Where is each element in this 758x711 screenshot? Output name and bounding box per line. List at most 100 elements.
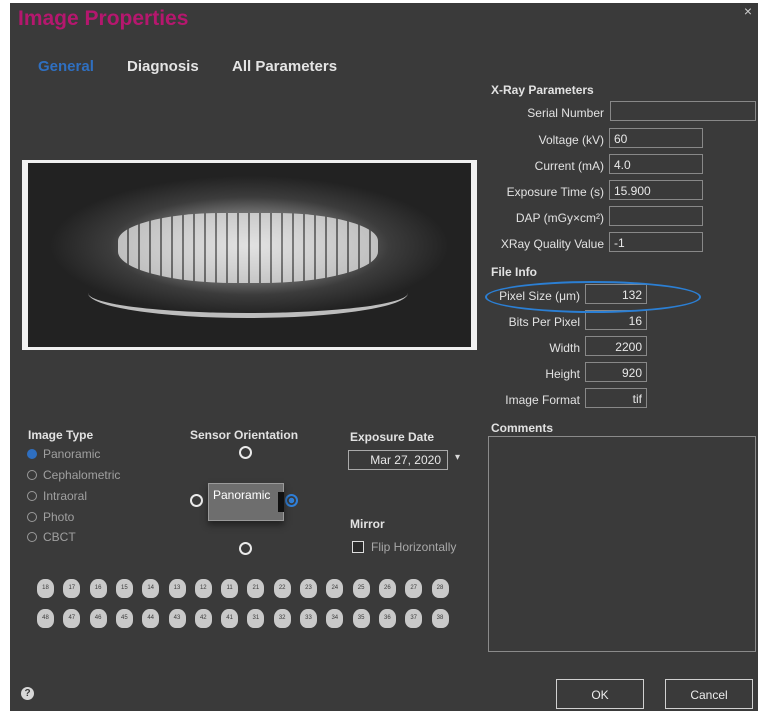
bits-per-pixel-label: Bits Per Pixel (508, 315, 580, 329)
close-icon[interactable]: × (744, 3, 752, 19)
image-type-option-cbct[interactable]: CBCT (27, 530, 76, 544)
image-type-option-cephalometric[interactable]: Cephalometric (27, 468, 120, 482)
comments-textarea[interactable] (488, 436, 756, 652)
flip-horizontally-checkbox[interactable] (352, 541, 364, 553)
image-format-label: Image Format (505, 393, 580, 407)
cancel-button[interactable]: Cancel (665, 679, 753, 709)
dialog-title: Image Properties (18, 7, 189, 30)
orientation-bottom-radio[interactable] (239, 542, 252, 555)
tooth-11[interactable]: 11 (221, 579, 239, 598)
image-type-heading: Image Type (28, 428, 94, 442)
tooth-23[interactable]: 23 (300, 579, 317, 598)
dap-label: DAP (mGy×cm²) (515, 211, 604, 225)
sensor-preview: Panoramic (208, 483, 284, 521)
tooth-37[interactable]: 37 (405, 609, 423, 628)
image-type-option-photo[interactable]: Photo (27, 510, 74, 524)
image-type-option-label: CBCT (43, 530, 76, 544)
pixel-size-label: Pixel Size (μm) (499, 289, 580, 303)
dap-field[interactable] (609, 206, 703, 226)
height-label: Height (545, 367, 580, 381)
tooth-26[interactable]: 26 (378, 579, 396, 598)
tooth-34[interactable]: 34 (326, 609, 344, 628)
image-type-option-intraoral[interactable]: Intraoral (27, 489, 87, 503)
bits-per-pixel-field[interactable]: 16 (585, 310, 647, 330)
tooth-48[interactable]: 48 (37, 609, 54, 628)
exposure-date-heading: Exposure Date (350, 430, 435, 444)
comments-heading: Comments (491, 421, 554, 435)
sensor-preview-label: Panoramic (213, 488, 271, 502)
tooth-12[interactable]: 12 (194, 579, 212, 598)
tooth-42[interactable]: 42 (194, 609, 212, 628)
tooth-41[interactable]: 41 (221, 609, 239, 628)
tooth-18[interactable]: 18 (37, 579, 54, 598)
radio-icon[interactable] (27, 491, 37, 501)
tooth-31[interactable]: 31 (247, 609, 265, 628)
tooth-33[interactable]: 33 (300, 609, 317, 628)
tooth-16[interactable]: 16 (89, 579, 107, 598)
tooth-28[interactable]: 28 (431, 579, 449, 598)
radio-icon[interactable] (27, 512, 37, 522)
file-info-heading: File Info (491, 265, 537, 279)
current-field[interactable]: 4.0 (609, 154, 703, 174)
mirror-heading: Mirror (350, 517, 385, 531)
image-type-option-label: Intraoral (43, 489, 88, 503)
tooth-35[interactable]: 35 (352, 609, 370, 628)
exposure-time-label: Exposure Time (s) (506, 185, 604, 199)
ok-button[interactable]: OK (556, 679, 644, 709)
tab-diagnosis[interactable]: Diagnosis (127, 58, 199, 75)
image-format-field[interactable]: tif (585, 388, 647, 408)
serial-number-label: Serial Number (527, 106, 604, 120)
tooth-17[interactable]: 17 (63, 579, 81, 598)
tooth-32[interactable]: 32 (273, 609, 291, 628)
image-type-option-label: Cephalometric (43, 468, 121, 482)
tooth-44[interactable]: 44 (142, 609, 160, 628)
tooth-14[interactable]: 14 (142, 579, 160, 598)
tooth-15[interactable]: 15 (115, 579, 133, 598)
orientation-left-radio[interactable] (190, 494, 203, 507)
xray-quality-field[interactable]: -1 (609, 232, 703, 252)
tooth-38[interactable]: 38 (431, 609, 449, 628)
tooth-24[interactable]: 24 (326, 579, 344, 598)
serial-number-field[interactable] (610, 101, 756, 121)
exposure-date-picker[interactable]: Mar 27, 2020 (348, 450, 448, 470)
tooth-47[interactable]: 47 (63, 609, 81, 628)
help-icon[interactable]: ? (21, 687, 34, 700)
tooth-36[interactable]: 36 (378, 609, 396, 628)
tooth-46[interactable]: 46 (89, 609, 107, 628)
voltage-field[interactable]: 60 (609, 128, 703, 148)
xray-image (28, 163, 471, 347)
voltage-label: Voltage (kV) (538, 133, 604, 147)
sensor-notch (278, 492, 284, 512)
radio-selected-icon[interactable] (27, 449, 37, 459)
exposure-time-field[interactable]: 15.900 (609, 180, 703, 200)
tooth-21[interactable]: 21 (247, 579, 265, 598)
teeth-shadow (118, 213, 378, 283)
tooth-25[interactable]: 25 (352, 579, 370, 598)
tooth-13[interactable]: 13 (168, 579, 186, 598)
flip-horizontally-label: Flip Horizontally (371, 540, 457, 554)
tooth-43[interactable]: 43 (168, 609, 186, 628)
width-label: Width (549, 341, 580, 355)
tab-general[interactable]: General (38, 58, 94, 75)
tooth-22[interactable]: 22 (273, 579, 291, 598)
height-field[interactable]: 920 (585, 362, 647, 382)
tooth-45[interactable]: 45 (115, 609, 133, 628)
orientation-top-radio[interactable] (239, 446, 252, 459)
radio-icon[interactable] (27, 532, 37, 542)
current-label: Current (mA) (534, 159, 604, 173)
width-field[interactable]: 2200 (585, 336, 647, 356)
xray-parameters-heading: X-Ray Parameters (491, 83, 594, 97)
sensor-orientation-heading: Sensor Orientation (190, 428, 299, 442)
image-type-option-panoramic[interactable]: Panoramic (27, 447, 100, 461)
tab-all-parameters[interactable]: All Parameters (232, 58, 337, 75)
orientation-right-radio[interactable] (285, 494, 298, 507)
pixel-size-field[interactable]: 132 (585, 284, 647, 304)
image-type-option-label: Photo (43, 510, 75, 524)
radio-icon[interactable] (27, 470, 37, 480)
tooth-27[interactable]: 27 (405, 579, 423, 598)
chevron-down-icon[interactable]: ▾ (455, 452, 460, 463)
image-type-option-label: Panoramic (43, 447, 101, 461)
image-properties-dialog: Image Properties × General Diagnosis All… (10, 3, 758, 711)
xray-quality-label: XRay Quality Value (500, 237, 604, 251)
xray-image-preview (22, 160, 477, 350)
